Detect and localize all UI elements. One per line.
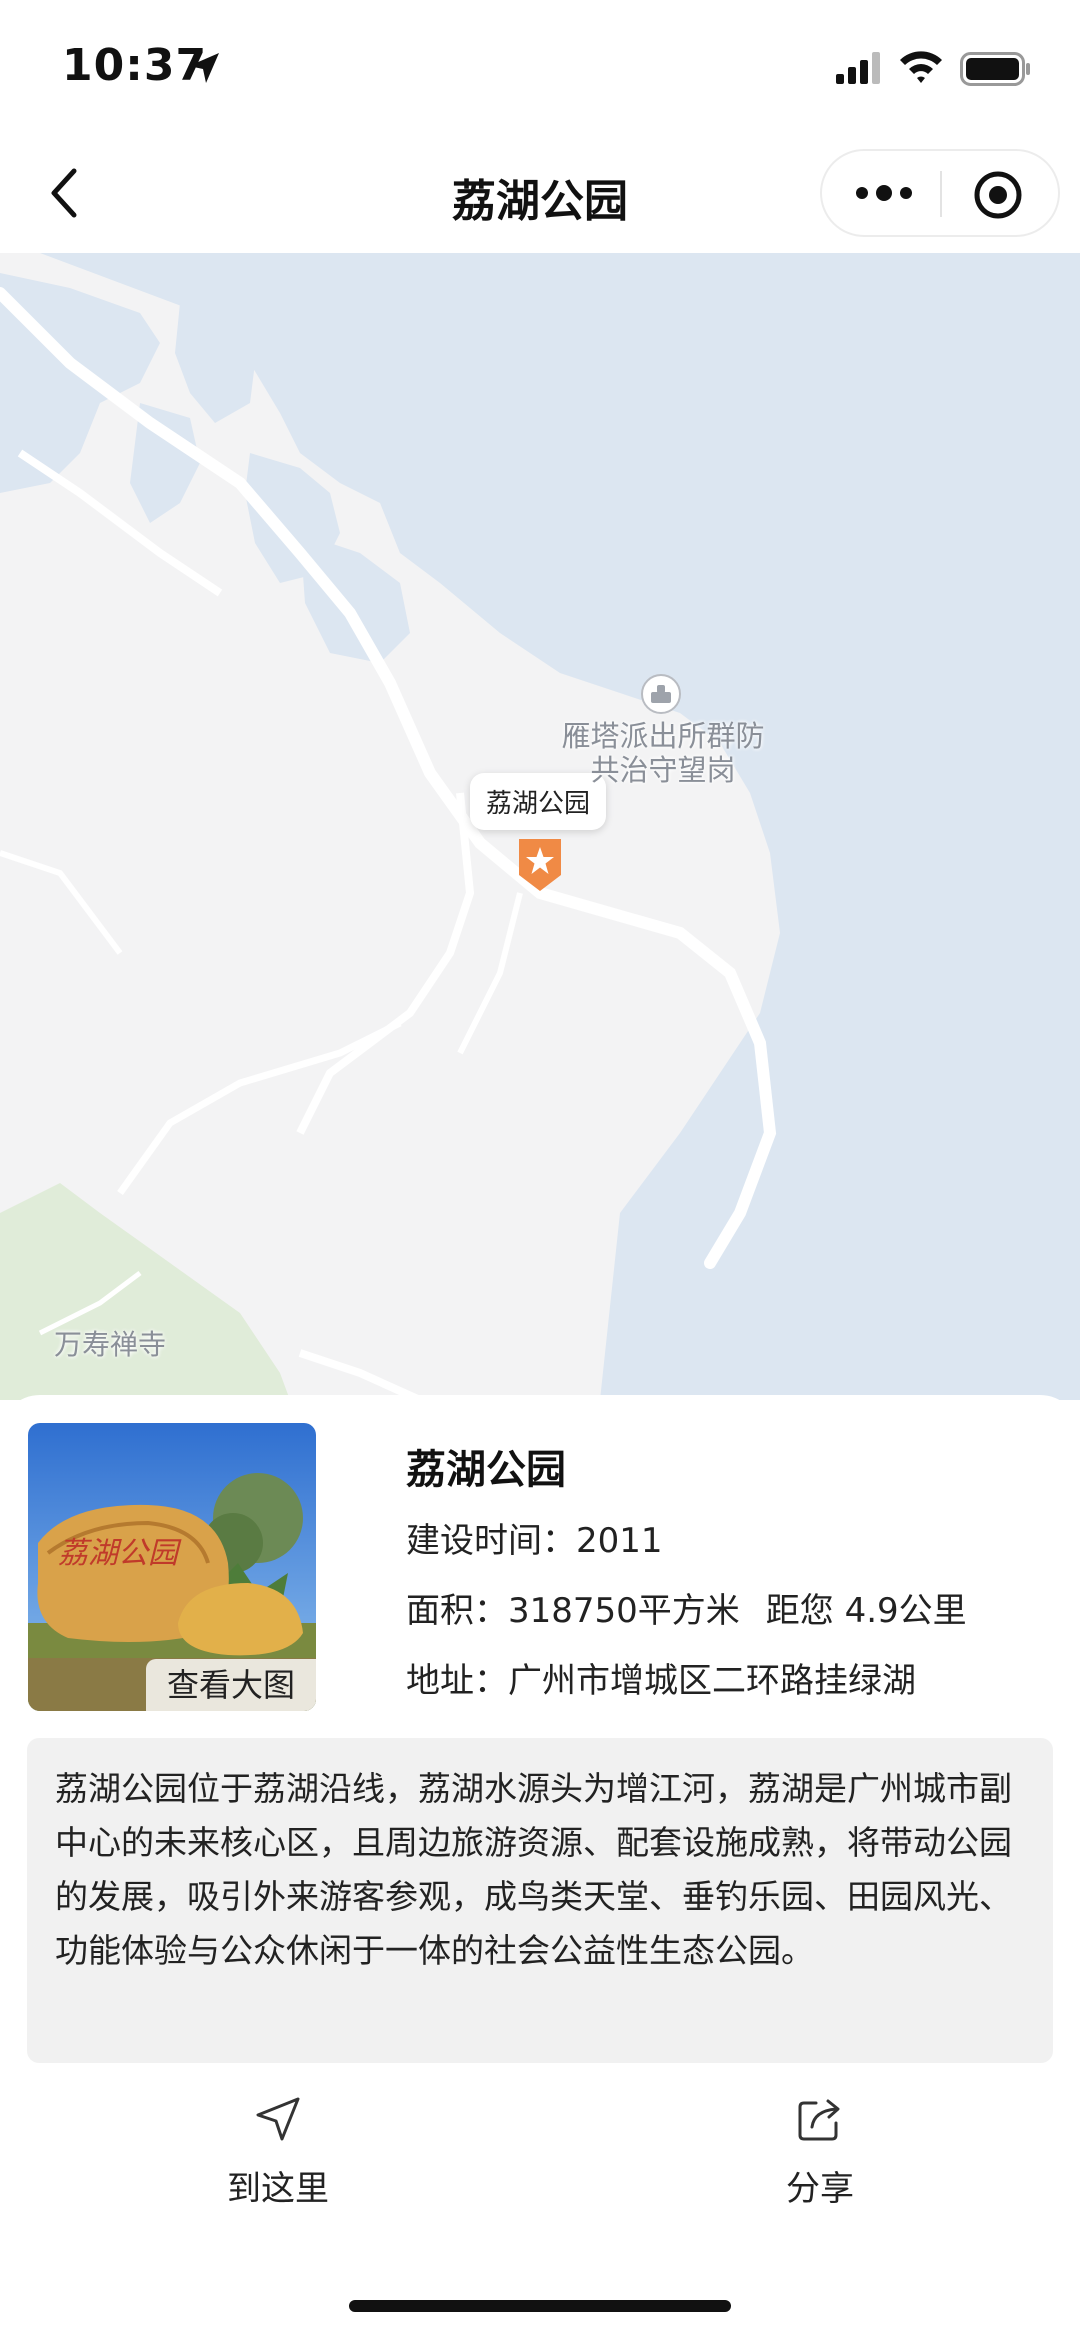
poi-description: 荔湖公园位于荔湖沿线，荔湖水源头为增江河，荔湖是广州城市副中心的未来核心区，且周… <box>27 1738 1053 2063</box>
poi-photo[interactable]: 荔湖公园 查看大图 <box>28 1423 316 1711</box>
navigate-here-button[interactable]: 到这里 <box>168 2095 388 2210</box>
capsule-divider <box>940 171 942 217</box>
home-indicator[interactable] <box>349 2300 731 2312</box>
status-bar: 10:37 <box>0 0 1080 135</box>
nav-bar: 荔湖公园 <box>0 135 1080 253</box>
close-target-icon[interactable] <box>972 169 1024 221</box>
location-star-pin-icon[interactable] <box>515 835 565 893</box>
poi-area-distance: 面积：318750平方米 距您 4.9公里 <box>406 1583 967 1632</box>
poi-address: 地址：广州市增城区二环路挂绿湖 <box>406 1661 916 1701</box>
poi-distance: 距您 4.9公里 <box>765 1591 967 1631</box>
wifi-icon <box>900 51 942 83</box>
poi-area: 面积：318750平方米 <box>406 1591 740 1631</box>
police-label-line-1: 雁塔派出所群防 <box>561 719 765 753</box>
police-station-label[interactable]: 雁塔派出所群防 共治守望岗 <box>548 719 778 787</box>
share-label: 分享 <box>786 2169 854 2209</box>
location-arrow-icon <box>189 53 219 83</box>
share-icon <box>798 2099 840 2141</box>
rock-inscription: 荔湖公园 <box>58 1536 182 1571</box>
battery-icon <box>960 52 1030 86</box>
cellular-signal-icon <box>836 52 880 84</box>
navigation-arrow-icon <box>256 2097 300 2141</box>
police-station-icon <box>641 674 681 714</box>
poi-build-time: 建设时间：2011 <box>406 1521 663 1561</box>
poi-name: 荔湖公园 <box>406 1447 566 1493</box>
view-large-image-button[interactable]: 查看大图 <box>146 1659 316 1711</box>
share-button[interactable]: 分享 <box>710 2095 930 2210</box>
police-label-line-2: 共治守望岗 <box>590 753 736 787</box>
poi-info-panel: 荔湖公园 查看大图 荔湖公园 建设时间：2011 面积：318750平方米 距您 … <box>0 1395 1080 2337</box>
more-options-icon[interactable] <box>852 173 916 213</box>
map-view[interactable]: 荔湖公园 雁塔派出所群防 共治守望岗 万寿禅寺 <box>0 253 1080 1400</box>
temple-label[interactable]: 万寿禅寺 <box>54 1323 166 1363</box>
navigate-here-label: 到这里 <box>227 2169 329 2209</box>
mini-program-capsule <box>820 149 1060 237</box>
